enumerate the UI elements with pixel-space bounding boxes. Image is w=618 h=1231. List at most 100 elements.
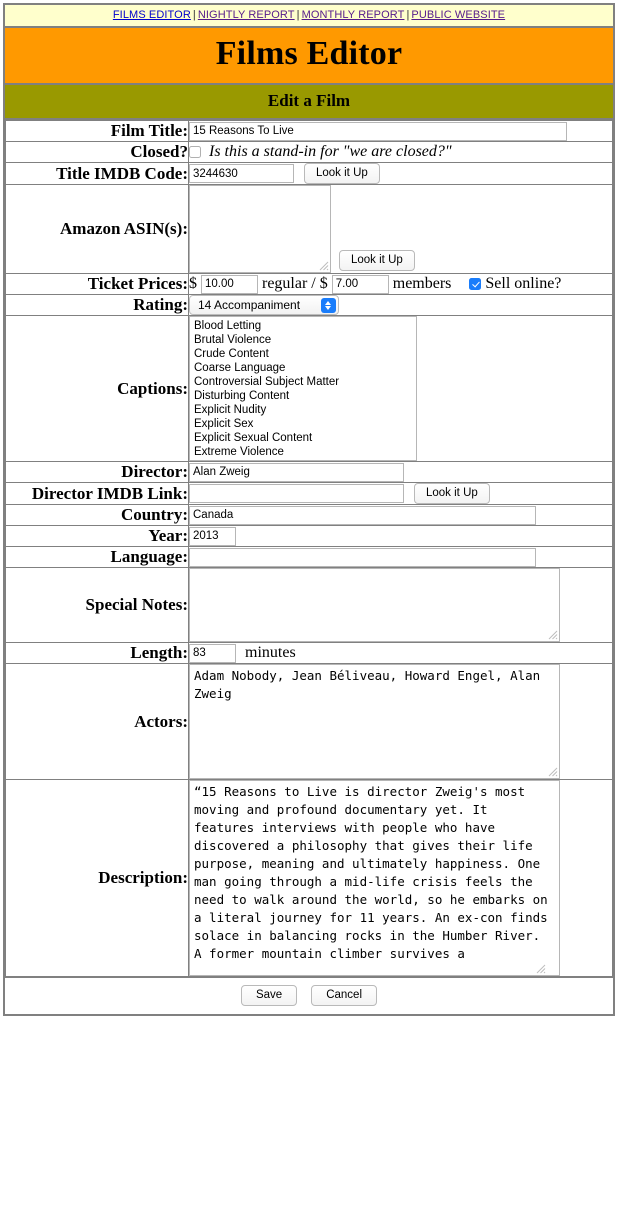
captions-option[interactable]: Explicit Sex [194, 417, 416, 431]
captions-option[interactable]: Coarse Language [194, 361, 416, 375]
language-input[interactable] [189, 547, 536, 567]
save-button[interactable]: Save [240, 985, 298, 1006]
row-closed: Closed? Is this a stand-in for "we are c… [5, 141, 613, 163]
film-title-input[interactable] [189, 121, 567, 141]
members-price-input[interactable] [331, 274, 389, 294]
regular-price-input[interactable] [201, 274, 258, 294]
row-title-imdb-code: Title IMDB Code: Look it Up [5, 162, 613, 185]
label-special-notes: Special Notes: [5, 567, 189, 643]
row-length: Length: minutes [5, 642, 613, 664]
title-imdb-lookup-button[interactable]: Look it Up [304, 163, 380, 184]
description-textarea-wrap: “15 Reasons to Live is director Zweig's … [189, 780, 560, 976]
chevron-updown-icon [321, 298, 336, 313]
description-textarea[interactable]: “15 Reasons to Live is director Zweig's … [189, 780, 560, 976]
row-description: Description: “15 Reasons to Live is dire… [5, 779, 613, 977]
label-closed: Closed? [5, 141, 189, 163]
captions-option[interactable]: Controversial Subject Matter [194, 375, 416, 389]
row-country: Country: [5, 504, 613, 526]
captions-listbox[interactable]: Blood Letting Brutal Violence Crude Conten… [189, 316, 417, 461]
amazon-asin-lookup-button[interactable]: Look it Up [339, 250, 415, 271]
cell-description: “15 Reasons to Live is director Zweig's … [188, 779, 613, 977]
cell-ticket-prices: $ regular / $ members Sell online? [188, 273, 613, 295]
row-film-title: Film Title: [5, 120, 613, 142]
label-country: Country: [5, 504, 189, 526]
label-film-title: Film Title: [5, 120, 189, 142]
page-title: Films Editor [5, 28, 613, 85]
members-price-label: members [392, 274, 452, 292]
sell-online-label: Sell online? [485, 274, 562, 292]
currency-symbol-regular: $ [189, 274, 197, 292]
cell-special-notes [188, 567, 613, 643]
actors-textarea-wrap: Adam Nobody, Jean Béliveau, Howard Engel… [189, 664, 560, 779]
amazon-asin-textarea[interactable] [189, 185, 331, 273]
label-ticket-prices: Ticket Prices: [5, 273, 189, 295]
nav-separator-1: | [192, 9, 196, 21]
nav-separator-2: | [296, 9, 300, 21]
sell-online-checkbox[interactable] [469, 277, 482, 290]
director-imdb-link-input[interactable] [189, 484, 404, 503]
page-frame: FILMS EDITOR | NIGHTLY REPORT | MONTHLY REPO… [3, 3, 615, 1016]
label-description: Description: [5, 779, 189, 977]
label-rating: Rating: [5, 294, 189, 316]
cell-title-imdb-code: Look it Up [188, 162, 613, 185]
cell-rating: 14 Accompaniment [188, 294, 613, 316]
special-notes-textarea[interactable] [189, 568, 560, 642]
nav-link-films-editor[interactable]: FILMS EDITOR [113, 9, 191, 21]
country-input[interactable] [189, 505, 536, 525]
form-actions: Save Cancel [5, 977, 613, 1014]
cell-length: minutes [188, 642, 613, 664]
cell-film-title [188, 120, 613, 142]
row-year: Year: [5, 525, 613, 547]
captions-option[interactable]: Blood Letting [194, 319, 416, 333]
label-language: Language: [5, 546, 189, 568]
films-editor-page: FILMS EDITOR | NIGHTLY REPORT | MONTHLY REPO… [0, 3, 618, 1016]
nav-link-nightly-report[interactable]: NIGHTLY REPORT [198, 9, 295, 21]
cell-director [188, 461, 613, 483]
row-captions: Captions: Blood Letting Brutal Violence Cr… [5, 315, 613, 462]
label-year: Year: [5, 525, 189, 547]
row-amazon-asin: Amazon ASIN(s): Look it Up [5, 184, 613, 274]
nav-link-public-website[interactable]: PUBLIC WEBSITE [411, 9, 505, 21]
cell-amazon-asin: Look it Up [188, 184, 613, 274]
cell-year [188, 525, 613, 547]
title-imdb-code-input[interactable] [189, 164, 294, 183]
captions-option[interactable]: Brutal Violence [194, 333, 416, 347]
cancel-button[interactable]: Cancel [311, 985, 378, 1006]
special-notes-textarea-wrap [189, 568, 560, 642]
cell-actors: Adam Nobody, Jean Béliveau, Howard Engel… [188, 663, 613, 780]
top-navigation: FILMS EDITOR | NIGHTLY REPORT | MONTHLY REPO… [5, 5, 613, 28]
year-input[interactable] [189, 526, 236, 546]
label-title-imdb-code: Title IMDB Code: [5, 162, 189, 185]
cell-captions: Blood Letting Brutal Violence Crude Conten… [188, 315, 613, 462]
label-length: Length: [5, 642, 189, 664]
cell-language [188, 546, 613, 568]
row-director: Director: [5, 461, 613, 483]
length-unit-label: minutes [245, 643, 296, 661]
currency-symbol-members: $ [319, 274, 328, 292]
rating-select[interactable]: 14 Accompaniment [189, 295, 339, 315]
row-actors: Actors: Adam Nobody, Jean Béliveau, Howa… [5, 663, 613, 780]
label-amazon-asin: Amazon ASIN(s): [5, 184, 189, 274]
captions-option[interactable]: Extreme Violence [194, 445, 416, 459]
row-rating: Rating: 14 Accompaniment [5, 294, 613, 316]
nav-link-monthly-report[interactable]: MONTHLY REPORT [302, 9, 405, 21]
captions-option[interactable]: Disturbing Content [194, 389, 416, 403]
director-imdb-lookup-button[interactable]: Look it Up [414, 483, 490, 504]
captions-option[interactable]: Explicit Nudity [194, 403, 416, 417]
length-input[interactable] [189, 643, 236, 663]
captions-option[interactable]: Crude Content [194, 347, 416, 361]
film-edit-form: Film Title: Closed? Is this a stand-in f… [5, 120, 613, 977]
closed-checkbox[interactable] [189, 146, 201, 158]
row-ticket-prices: Ticket Prices: $ regular / $ members Sel… [5, 273, 613, 295]
row-language: Language: [5, 546, 613, 568]
amazon-asin-textarea-wrap [189, 185, 331, 273]
label-director-imdb-link: Director IMDB Link: [5, 482, 189, 505]
cell-closed: Is this a stand-in for "we are closed?" [188, 141, 613, 163]
regular-price-label: regular / [262, 274, 320, 292]
actors-textarea[interactable]: Adam Nobody, Jean Béliveau, Howard Engel… [189, 664, 560, 779]
label-director: Director: [5, 461, 189, 483]
page-subtitle: Edit a Film [5, 85, 613, 120]
captions-option[interactable]: Explicit Sexual Content [194, 431, 416, 445]
director-input[interactable] [189, 462, 404, 482]
rating-select-value: 14 Accompaniment [198, 298, 301, 312]
